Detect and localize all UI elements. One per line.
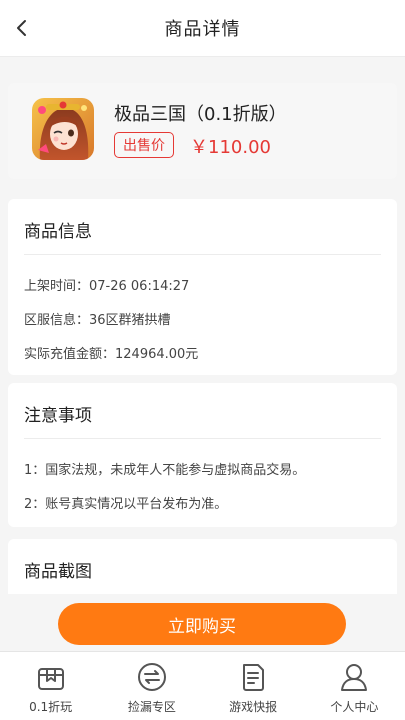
info-row-recharge-amount: 实际充值金额：124964.00元 [24, 347, 199, 362]
tab-discount-play[interactable]: 0.1折玩 [0, 652, 101, 720]
game-avatar-icon [32, 98, 94, 160]
tab-game-news[interactable]: 游戏快报 [203, 652, 304, 720]
user-icon [337, 660, 371, 694]
tab-label: 0.1折玩 [29, 700, 73, 714]
notice-row-1: 1：国家法规，未成年人不能参与虚拟商品交易。 [24, 463, 306, 478]
content-area[interactable]: 极品三国（0.1折版） 出售价 ￥110.00 商品信息 上架时间：07-26 … [0, 57, 405, 594]
sale-price: ￥110.00 [190, 137, 271, 158]
page-title: 商品详情 [164, 19, 241, 40]
notice-card: 注意事项 1：国家法规，未成年人不能参与虚拟商品交易。 2：账号真实情况以平台发… [8, 383, 397, 527]
swap-arrows-icon [135, 660, 169, 694]
tab-label: 个人中心 [330, 700, 379, 714]
tab-label: 捡漏专区 [127, 700, 176, 714]
buy-now-button[interactable]: 立即购买 [58, 603, 346, 645]
info-row-listing-time: 上架时间：07-26 06:14:27 [24, 279, 190, 294]
product-info-card: 商品信息 上架时间：07-26 06:14:27 区服信息：36区群猪拱槽 实际… [8, 199, 397, 375]
tab-personal-center[interactable]: 个人中心 [304, 652, 405, 720]
chevron-left-icon [17, 20, 26, 36]
bottom-tab-bar: 0.1折玩 捡漏专区 游戏快报 个人中心 [0, 651, 405, 720]
top-nav-bar: 商品详情 [0, 0, 405, 57]
back-button[interactable] [6, 12, 38, 44]
news-document-icon [236, 660, 270, 694]
section-title-product-info: 商品信息 [24, 222, 92, 242]
tab-bargain-zone[interactable]: 捡漏专区 [101, 652, 202, 720]
game-name: 极品三国（0.1折版） [114, 104, 287, 125]
sale-price-badge: 出售价 [114, 132, 174, 158]
divider [24, 438, 381, 439]
tab-label: 游戏快报 [229, 700, 278, 714]
section-title-notice: 注意事项 [24, 406, 92, 426]
notice-row-2: 2：账号真实情况以平台发布为准。 [24, 497, 228, 512]
game-summary-card: 极品三国（0.1折版） 出售价 ￥110.00 [8, 83, 397, 179]
screenshots-card: 商品截图 [8, 539, 397, 594]
section-title-screenshots: 商品截图 [24, 562, 92, 582]
info-row-server: 区服信息：36区群猪拱槽 [24, 313, 171, 328]
gift-box-icon [34, 660, 68, 694]
divider [24, 254, 381, 255]
